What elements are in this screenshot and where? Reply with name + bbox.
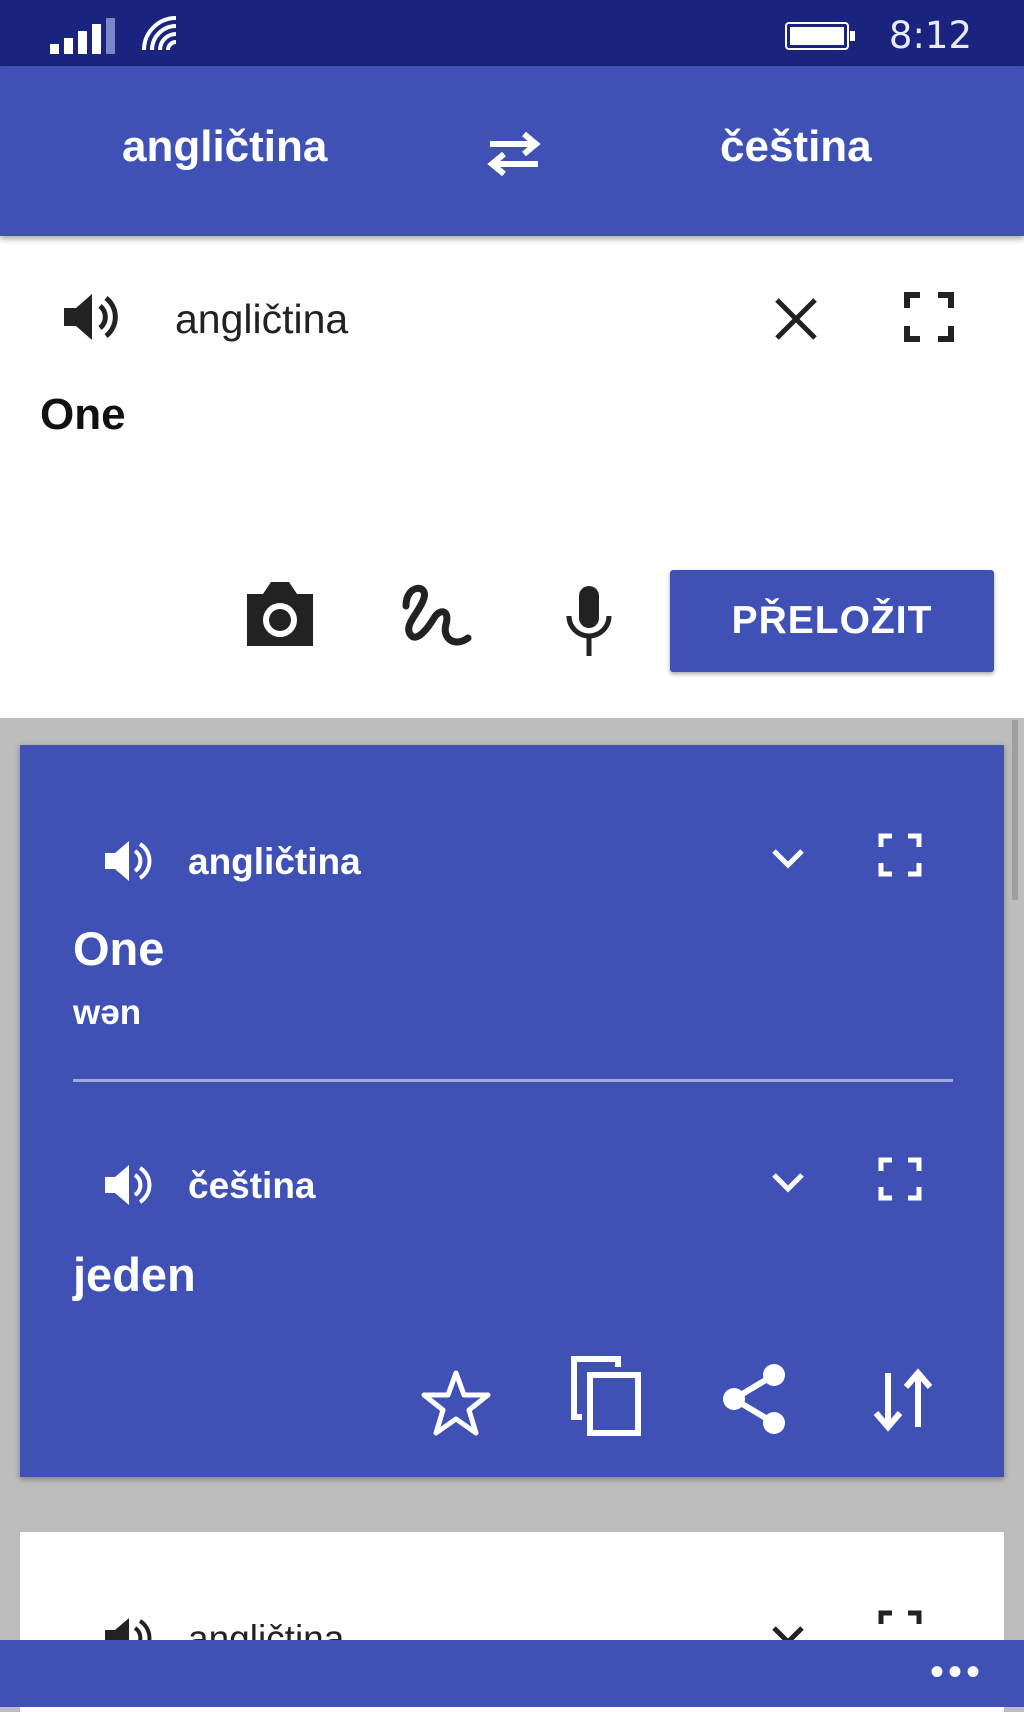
- swap-languages-button[interactable]: [484, 128, 544, 180]
- copy-button[interactable]: [568, 1353, 644, 1437]
- bottom-app-bar: •••: [0, 1640, 1024, 1707]
- input-speak-button[interactable]: [60, 286, 122, 348]
- copy-icon: [571, 1356, 641, 1436]
- share-button[interactable]: [720, 1361, 790, 1437]
- translate-button[interactable]: PŘELOŽIT: [670, 570, 994, 672]
- source-expand-button[interactable]: [768, 843, 808, 873]
- speaker-icon: [105, 841, 152, 881]
- microphone-button[interactable]: [563, 584, 615, 660]
- handwriting-button[interactable]: [398, 578, 474, 658]
- swap-vertical-icon: [873, 1368, 933, 1432]
- signal-icon: [50, 18, 115, 54]
- close-icon: [775, 298, 817, 340]
- clear-input-button[interactable]: [773, 296, 819, 342]
- source-fullscreen-button[interactable]: [878, 833, 922, 877]
- camera-button[interactable]: [243, 580, 317, 650]
- source-language-button[interactable]: angličtina: [122, 122, 327, 172]
- chevron-down-icon: [772, 849, 804, 869]
- source-language-label: angličtina: [188, 841, 361, 882]
- speaker-icon: [64, 294, 118, 340]
- star-icon: [421, 1370, 491, 1436]
- translated-text: jeden: [73, 1248, 196, 1301]
- wifi-icon: [142, 16, 177, 51]
- input-text[interactable]: One: [40, 390, 126, 440]
- translation-result-card: angličtina One wən čeština jeden: [20, 745, 1004, 1477]
- swap-translation-button[interactable]: [868, 1365, 938, 1435]
- target-language-label: čeština: [188, 1165, 316, 1206]
- fullscreen-icon: [878, 1157, 922, 1201]
- speaker-icon: [105, 1165, 152, 1205]
- source-speak-button[interactable]: [102, 835, 154, 887]
- camera-icon: [247, 582, 313, 646]
- target-language-button[interactable]: čeština: [720, 122, 872, 172]
- target-speak-button[interactable]: [102, 1159, 154, 1211]
- input-fullscreen-button[interactable]: [904, 292, 954, 342]
- chevron-down-icon: [772, 1173, 804, 1193]
- fullscreen-icon: [904, 292, 954, 342]
- clock: 8:12: [888, 14, 972, 57]
- language-bar: angličtina čeština: [0, 66, 1024, 236]
- scrollbar[interactable]: [1012, 720, 1018, 900]
- target-expand-button[interactable]: [768, 1167, 808, 1197]
- source-text: One: [73, 922, 165, 975]
- status-bar: 8:12: [0, 0, 1024, 66]
- swap-icon: [487, 131, 541, 177]
- share-icon: [723, 1364, 785, 1434]
- handwriting-icon: [402, 585, 472, 646]
- fullscreen-icon: [878, 833, 922, 877]
- more-options-button[interactable]: •••: [930, 1650, 984, 1695]
- target-fullscreen-button[interactable]: [878, 1157, 922, 1201]
- transliteration: wən: [73, 993, 142, 1032]
- favorite-button[interactable]: [420, 1367, 492, 1439]
- battery-icon: [785, 22, 855, 50]
- microphone-icon: [566, 586, 612, 656]
- divider: [73, 1079, 953, 1082]
- input-language-label: angličtina: [175, 296, 349, 342]
